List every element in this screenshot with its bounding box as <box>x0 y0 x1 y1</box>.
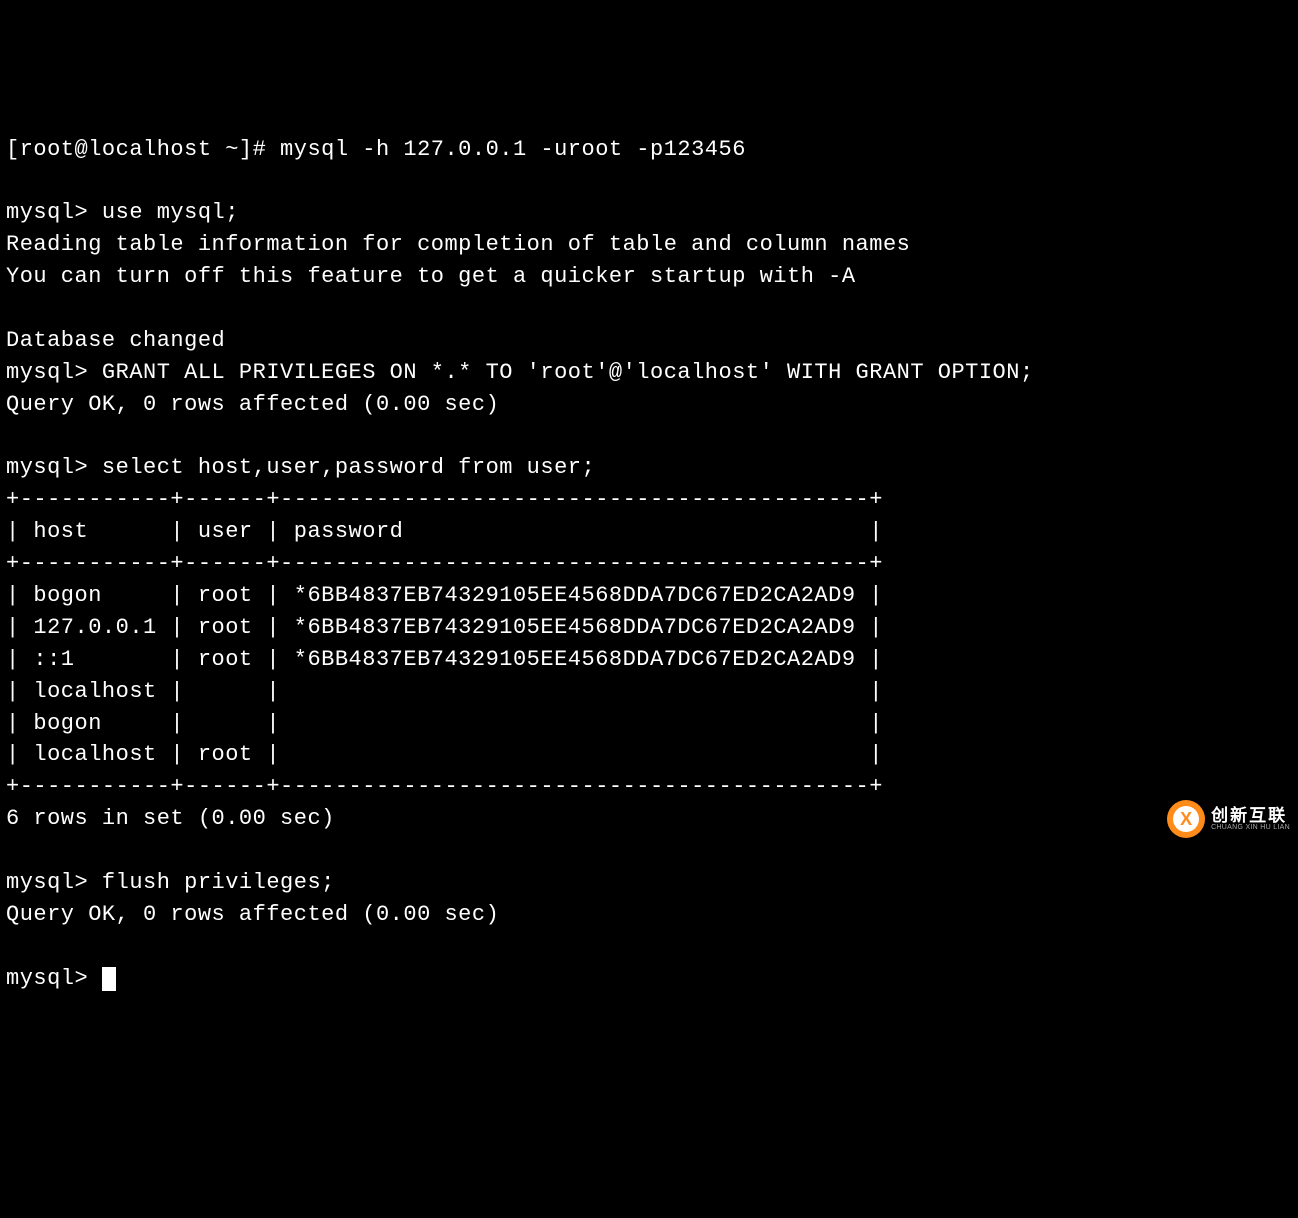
line: mysql> use mysql; <box>6 200 239 225</box>
table-row: | localhost | | | <box>6 679 883 704</box>
table-row: | localhost | root | | <box>6 742 883 767</box>
line: Reading table information for completion… <box>6 232 910 257</box>
line: mysql> GRANT ALL PRIVILEGES ON *.* TO 'r… <box>6 360 1034 385</box>
watermark-cn: 创新互联 <box>1211 807 1290 824</box>
line: Database changed <box>6 328 225 353</box>
watermark-logo-icon <box>1167 800 1205 838</box>
line: You can turn off this feature to get a q… <box>6 264 856 289</box>
table-row: | bogon | root | *6BB4837EB74329105EE456… <box>6 583 883 608</box>
line: mysql> flush privileges; <box>6 870 335 895</box>
table-header: | host | user | password | <box>6 519 883 544</box>
line: mysql> select host,user,password from us… <box>6 455 595 480</box>
table-border: +-----------+------+--------------------… <box>6 774 883 799</box>
table-border: +-----------+------+--------------------… <box>6 551 883 576</box>
terminal-output[interactable]: [root@localhost ~]# mysql -h 127.0.0.1 -… <box>6 134 1292 995</box>
prompt: mysql> <box>6 966 102 991</box>
table-row: | ::1 | root | *6BB4837EB74329105EE4568D… <box>6 647 883 672</box>
cursor-icon[interactable] <box>102 967 116 991</box>
watermark: 创新互联 CHUANG XIN HU LIAN <box>1167 800 1290 838</box>
watermark-en: CHUANG XIN HU LIAN <box>1211 824 1290 831</box>
line: 6 rows in set (0.00 sec) <box>6 806 335 831</box>
table-row: | bogon | | | <box>6 711 883 736</box>
table-border: +-----------+------+--------------------… <box>6 487 883 512</box>
line: Query OK, 0 rows affected (0.00 sec) <box>6 902 499 927</box>
line: [root@localhost ~]# mysql -h 127.0.0.1 -… <box>6 137 746 162</box>
line: Query OK, 0 rows affected (0.00 sec) <box>6 392 499 417</box>
watermark-text: 创新互联 CHUANG XIN HU LIAN <box>1211 807 1290 831</box>
table-row: | 127.0.0.1 | root | *6BB4837EB74329105E… <box>6 615 883 640</box>
